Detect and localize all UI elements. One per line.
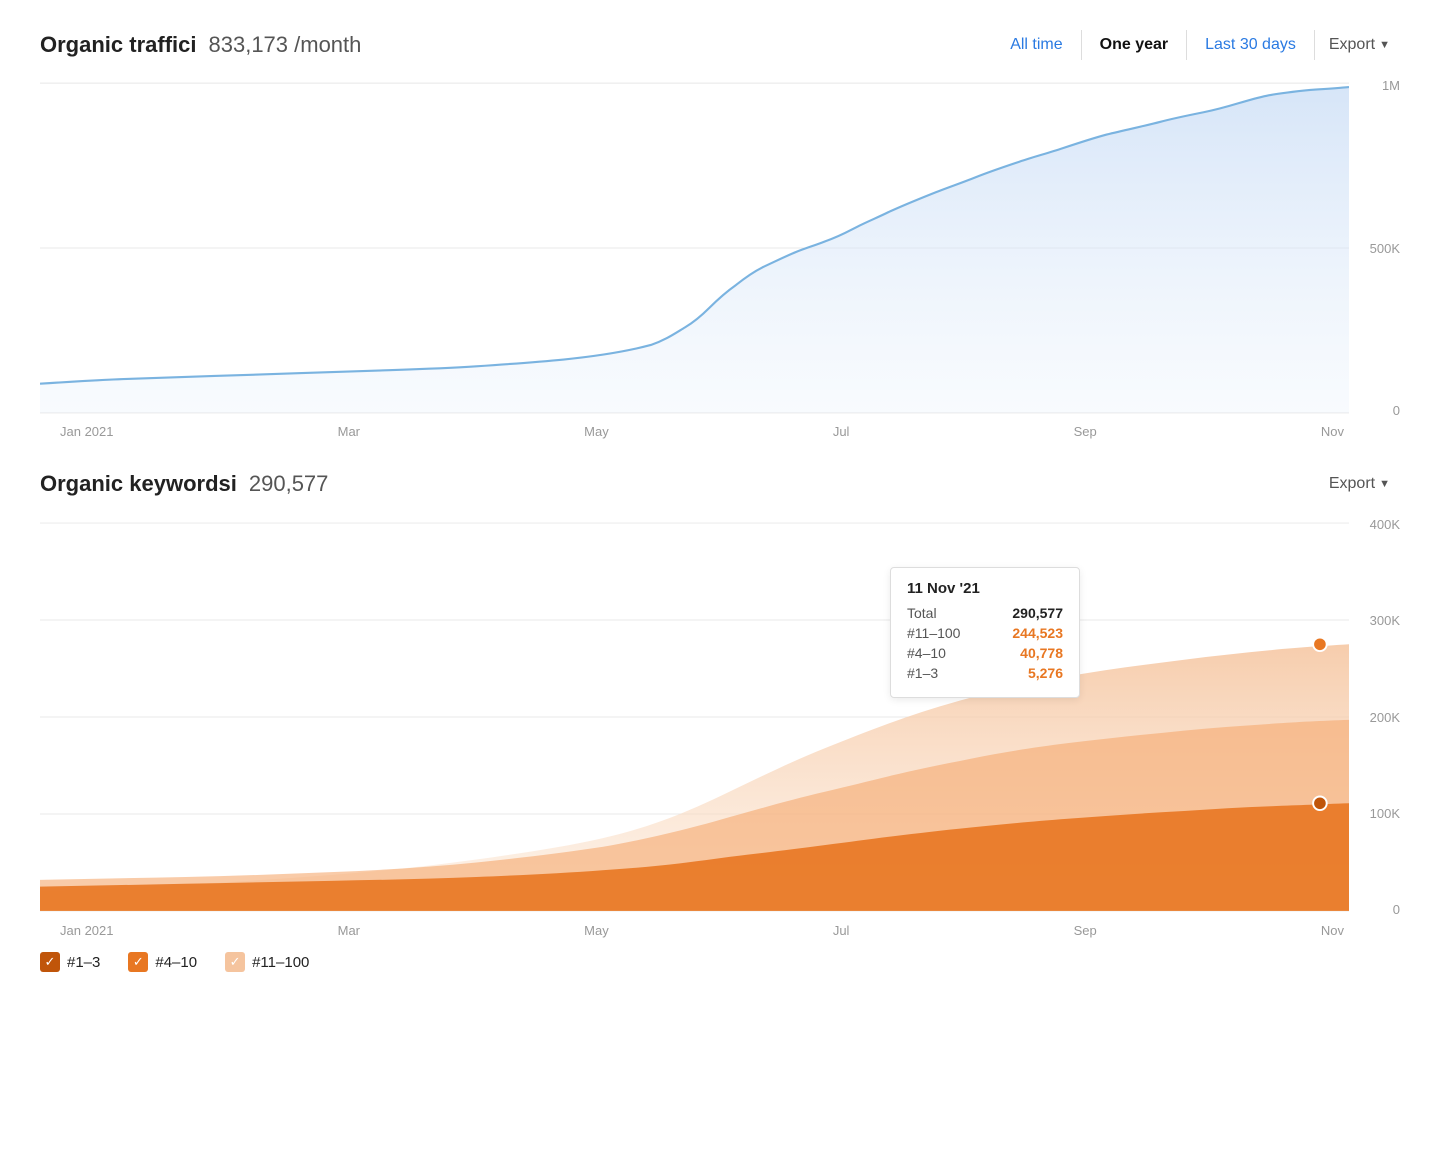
traffic-chart-container: 1M 500K 0 Jan 2021 Mar May Jul Sep Nov xyxy=(40,78,1404,439)
legend-item-11-100[interactable]: ✓ #11–100 xyxy=(225,952,309,972)
traffic-export-button[interactable]: Export ▼ xyxy=(1315,30,1404,60)
keywords-title-group: Organic keywords i 290,577 xyxy=(40,471,328,497)
legend-label-1-3: #1–3 xyxy=(67,954,100,971)
keywords-export-chevron-icon: ▼ xyxy=(1379,478,1390,490)
keywords-legend: ✓ #1–3 ✓ #4–10 ✓ #11–100 xyxy=(40,952,1404,972)
legend-label-4-10: #4–10 xyxy=(155,954,197,971)
traffic-title-group: Organic traffic i 833,173 /month xyxy=(40,32,361,58)
traffic-info-icon: i xyxy=(190,32,196,58)
traffic-x-jan: Jan 2021 xyxy=(60,424,114,439)
kw-dot-1-3 xyxy=(1313,797,1327,811)
kw-y-0: 0 xyxy=(1349,902,1404,917)
legend-check-11-100: ✓ xyxy=(225,952,245,972)
traffic-area-fill xyxy=(40,87,1349,413)
traffic-x-nov: Nov xyxy=(1321,424,1344,439)
legend-label-11-100: #11–100 xyxy=(252,954,309,971)
keywords-x-axis: Jan 2021 Mar May Jul Sep Nov xyxy=(40,917,1404,938)
keywords-export-group: Export ▼ xyxy=(1315,469,1404,499)
time-filter-group: All time One year Last 30 days Export ▼ xyxy=(992,30,1404,60)
kw-x-nov: Nov xyxy=(1321,923,1344,938)
keywords-export-button[interactable]: Export ▼ xyxy=(1315,469,1404,499)
traffic-y-label-0: 0 xyxy=(1349,403,1404,418)
keywords-chart-svg xyxy=(40,517,1349,917)
traffic-chart-row: 1M 500K 0 xyxy=(40,78,1404,418)
organic-traffic-section: Organic traffic i 833,173 /month All tim… xyxy=(40,30,1404,439)
filter-last-30[interactable]: Last 30 days xyxy=(1187,30,1315,60)
kw-dot-total xyxy=(1313,637,1327,651)
keywords-chart-svg-area: 11 Nov '21 Total 290,577 #11–100 244,523… xyxy=(40,517,1349,917)
kw-x-sep: Sep xyxy=(1074,923,1097,938)
traffic-x-axis: Jan 2021 Mar May Jul Sep Nov xyxy=(40,418,1404,439)
kw-y-100k: 100K xyxy=(1349,806,1404,821)
legend-check-1-3: ✓ xyxy=(40,952,60,972)
filter-one-year[interactable]: One year xyxy=(1082,30,1187,60)
keywords-title: Organic keywords xyxy=(40,471,231,497)
traffic-y-axis: 1M 500K 0 xyxy=(1349,78,1404,418)
export-chevron-icon: ▼ xyxy=(1379,39,1390,51)
traffic-x-sep: Sep xyxy=(1074,424,1097,439)
legend-item-1-3[interactable]: ✓ #1–3 xyxy=(40,952,100,972)
kw-x-mar: Mar xyxy=(338,923,360,938)
traffic-chart-svg xyxy=(40,78,1349,418)
traffic-title: Organic traffic xyxy=(40,32,190,58)
kw-x-jul: Jul xyxy=(833,923,850,938)
keywords-info-icon: i xyxy=(231,471,237,497)
keywords-chart-row: 11 Nov '21 Total 290,577 #11–100 244,523… xyxy=(40,517,1404,917)
kw-x-may: May xyxy=(584,923,609,938)
legend-item-4-10[interactable]: ✓ #4–10 xyxy=(128,952,197,972)
traffic-chart-svg-area xyxy=(40,78,1349,418)
keywords-metric: 290,577 xyxy=(249,471,329,497)
traffic-x-may: May xyxy=(584,424,609,439)
traffic-x-jul: Jul xyxy=(833,424,850,439)
legend-check-4-10: ✓ xyxy=(128,952,148,972)
traffic-x-mar: Mar xyxy=(338,424,360,439)
kw-x-jan: Jan 2021 xyxy=(60,923,114,938)
organic-keywords-section: Organic keywords i 290,577 Export ▼ xyxy=(40,469,1404,972)
keywords-y-axis: 400K 300K 200K 100K 0 xyxy=(1349,517,1404,917)
kw-y-200k: 200K xyxy=(1349,710,1404,725)
filter-all-time[interactable]: All time xyxy=(992,30,1081,60)
kw-y-300k: 300K xyxy=(1349,613,1404,628)
traffic-metric: 833,173 /month xyxy=(209,32,362,58)
keywords-header: Organic keywords i 290,577 Export ▼ xyxy=(40,469,1404,499)
kw-y-400k: 400K xyxy=(1349,517,1404,532)
traffic-y-label-1m: 1M xyxy=(1349,78,1404,93)
traffic-y-label-500k: 500K xyxy=(1349,241,1404,256)
keywords-chart-container: 11 Nov '21 Total 290,577 #11–100 244,523… xyxy=(40,517,1404,972)
traffic-header: Organic traffic i 833,173 /month All tim… xyxy=(40,30,1404,60)
